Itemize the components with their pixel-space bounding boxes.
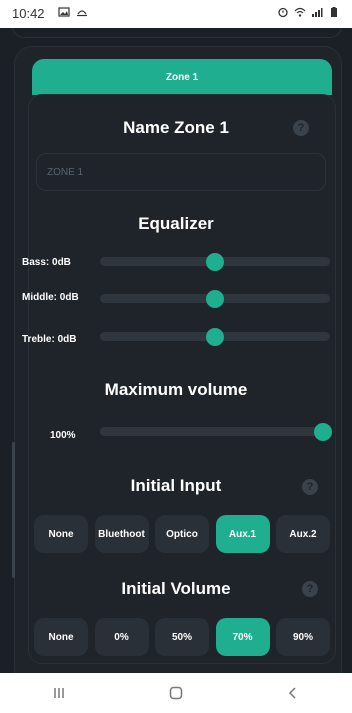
equalizer-title: Equalizer (138, 214, 214, 233)
back-icon[interactable] (278, 678, 308, 708)
weather-icon (76, 6, 88, 18)
volume-option-none[interactable]: None (34, 618, 88, 656)
middle-label: Middle: 0dB (22, 292, 79, 303)
initial-input-options: None Bluethoot Optico Aux.1 Aux.2 (34, 515, 330, 553)
volume-option-70[interactable]: 70% (215, 618, 270, 656)
input-option-bluetooth[interactable]: Bluethoot (94, 515, 149, 553)
help-icon[interactable]: ? (293, 120, 309, 136)
status-time: 10:42 (12, 6, 45, 21)
status-bar: 10:42 (0, 0, 352, 28)
bass-slider-thumb[interactable] (206, 253, 224, 271)
help-icon[interactable]: ? (302, 479, 318, 495)
help-icon[interactable]: ? (302, 581, 318, 597)
volume-option-0[interactable]: 0% (94, 618, 149, 656)
system-nav-bar (0, 673, 352, 713)
max-volume-title: Maximum volume (104, 380, 248, 399)
bass-label: Bass: 0dB (22, 257, 71, 268)
middle-slider-thumb[interactable] (206, 290, 224, 308)
input-option-none[interactable]: None (34, 515, 88, 553)
image-icon (58, 6, 70, 18)
scroll-handle[interactable] (12, 442, 15, 578)
input-option-aux1[interactable]: Aux.1 (215, 515, 270, 553)
volume-option-90[interactable]: 90% (276, 618, 330, 656)
max-volume-slider-thumb[interactable] (314, 423, 332, 441)
treble-slider-thumb[interactable] (206, 328, 224, 346)
input-option-aux2[interactable]: Aux.2 (276, 515, 330, 553)
wifi-icon (294, 6, 306, 18)
volume-option-50[interactable]: 50% (155, 618, 209, 656)
max-volume-slider-track[interactable] (100, 427, 324, 436)
treble-label: Treble: 0dB (22, 334, 77, 345)
battery-icon (328, 6, 340, 18)
top-card-edge (12, 28, 342, 38)
initial-volume-title: Initial Volume (121, 579, 231, 598)
tab-zone-1[interactable]: Zone 1 (32, 59, 332, 95)
alarm-icon (277, 6, 289, 18)
signal-icon (311, 6, 323, 18)
initial-volume-options: None 0% 50% 70% 90% (34, 618, 330, 656)
recents-icon[interactable] (44, 678, 74, 708)
input-option-optico[interactable]: Optico (155, 515, 209, 553)
home-icon[interactable] (161, 678, 191, 708)
initial-input-title: Initial Input (130, 476, 222, 495)
app-screen: Zone 1 Name Zone 1 ? Equalizer Bass: 0dB… (0, 28, 352, 673)
zone-name-input[interactable] (36, 153, 326, 191)
max-volume-label: 100% (50, 430, 76, 441)
